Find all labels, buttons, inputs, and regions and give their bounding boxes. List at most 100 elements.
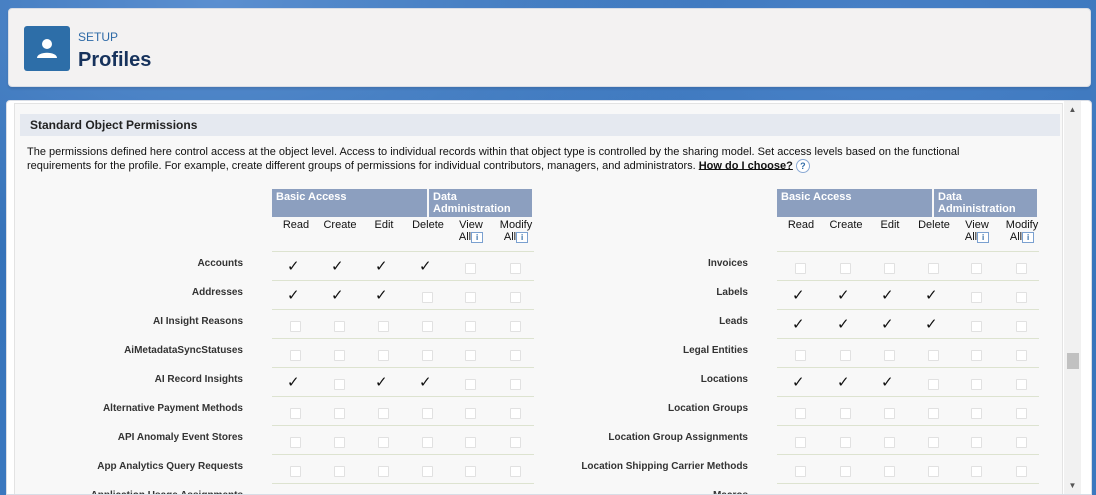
permission-checkbox[interactable]: [840, 408, 851, 419]
permission-checkbox[interactable]: [290, 437, 301, 448]
permission-checkbox[interactable]: [1016, 379, 1027, 390]
permission-checkbox[interactable]: [971, 379, 982, 390]
permission-checkbox[interactable]: [378, 350, 389, 361]
permission-checkbox[interactable]: [1016, 437, 1027, 448]
permission-checkbox[interactable]: [510, 408, 521, 419]
permission-checkbox[interactable]: [928, 437, 939, 448]
permission-checked-checkbox[interactable]: ✓: [837, 288, 850, 303]
help-icon[interactable]: ?: [795, 158, 810, 173]
permission-checkbox[interactable]: [465, 408, 476, 419]
permission-checkbox[interactable]: [510, 379, 521, 390]
permission-checkbox[interactable]: [1016, 321, 1027, 332]
scrollbar-thumb[interactable]: [1067, 353, 1079, 369]
permission-checkbox[interactable]: [510, 350, 521, 361]
permission-checkbox[interactable]: [971, 321, 982, 332]
permission-checkbox[interactable]: [378, 321, 389, 332]
permission-checkbox[interactable]: [795, 437, 806, 448]
scroll-up-arrow-icon[interactable]: ▲: [1064, 101, 1081, 118]
permission-checkbox[interactable]: [840, 466, 851, 477]
permission-checkbox[interactable]: [971, 292, 982, 303]
permission-checked-checkbox[interactable]: ✓: [375, 288, 388, 303]
permission-checkbox[interactable]: [465, 263, 476, 274]
permission-checkbox[interactable]: [510, 263, 521, 274]
permission-checkbox[interactable]: [465, 466, 476, 477]
permission-checkbox[interactable]: [884, 466, 895, 477]
permission-checkbox[interactable]: [928, 466, 939, 477]
permission-checkbox[interactable]: [1016, 292, 1027, 303]
permission-checked-checkbox[interactable]: ✓: [331, 259, 344, 274]
permission-checkbox[interactable]: [840, 350, 851, 361]
vertical-scrollbar[interactable]: ▲ ▼: [1064, 101, 1081, 494]
how-do-i-choose-link[interactable]: How do I choose?: [699, 159, 793, 171]
permission-checkbox[interactable]: [928, 350, 939, 361]
permission-checkbox[interactable]: [510, 292, 521, 303]
permission-checkbox[interactable]: [510, 466, 521, 477]
permission-checkbox[interactable]: [971, 466, 982, 477]
permission-checkbox[interactable]: [378, 437, 389, 448]
permission-checkbox[interactable]: [334, 321, 345, 332]
permission-checkbox[interactable]: [290, 408, 301, 419]
permission-checkbox[interactable]: [1016, 263, 1027, 274]
info-icon[interactable]: i: [516, 232, 529, 243]
permission-checkbox[interactable]: [334, 466, 345, 477]
permission-checkbox[interactable]: [422, 321, 433, 332]
permission-checkbox[interactable]: [928, 263, 939, 274]
permission-checkbox[interactable]: [422, 408, 433, 419]
permission-checked-checkbox[interactable]: ✓: [375, 375, 388, 390]
permission-checked-checkbox[interactable]: ✓: [925, 288, 938, 303]
permission-checkbox[interactable]: [334, 408, 345, 419]
permission-checkbox[interactable]: [378, 408, 389, 419]
permission-checkbox[interactable]: [465, 437, 476, 448]
permission-checkbox[interactable]: [884, 408, 895, 419]
permission-checked-checkbox[interactable]: ✓: [287, 259, 300, 274]
permission-checkbox[interactable]: [840, 263, 851, 274]
permission-checkbox[interactable]: [1016, 350, 1027, 361]
permission-checkbox[interactable]: [334, 379, 345, 390]
permission-checked-checkbox[interactable]: ✓: [837, 317, 850, 332]
permission-checked-checkbox[interactable]: ✓: [792, 317, 805, 332]
permission-checkbox[interactable]: [884, 350, 895, 361]
permission-checked-checkbox[interactable]: ✓: [419, 259, 432, 274]
permission-checkbox[interactable]: [884, 437, 895, 448]
permission-checkbox[interactable]: [290, 321, 301, 332]
permission-checkbox[interactable]: [840, 437, 851, 448]
permission-checkbox[interactable]: [465, 292, 476, 303]
info-icon[interactable]: i: [977, 232, 990, 243]
permission-checkbox[interactable]: [971, 437, 982, 448]
permission-checkbox[interactable]: [795, 408, 806, 419]
permission-checkbox[interactable]: [510, 437, 521, 448]
permission-checked-checkbox[interactable]: ✓: [837, 375, 850, 390]
permission-checked-checkbox[interactable]: ✓: [881, 317, 894, 332]
permission-checkbox[interactable]: [795, 350, 806, 361]
permission-checkbox[interactable]: [928, 408, 939, 419]
permission-checked-checkbox[interactable]: ✓: [925, 317, 938, 332]
permission-checked-checkbox[interactable]: ✓: [792, 375, 805, 390]
permission-checkbox[interactable]: [378, 466, 389, 477]
permission-checkbox[interactable]: [290, 350, 301, 361]
permission-checkbox[interactable]: [795, 263, 806, 274]
breadcrumb[interactable]: SETUP: [78, 30, 118, 44]
permission-checkbox[interactable]: [510, 321, 521, 332]
permission-checkbox[interactable]: [1016, 466, 1027, 477]
permission-checkbox[interactable]: [465, 321, 476, 332]
permission-checkbox[interactable]: [971, 408, 982, 419]
permission-checkbox[interactable]: [928, 379, 939, 390]
permission-checkbox[interactable]: [422, 466, 433, 477]
permission-checkbox[interactable]: [334, 437, 345, 448]
permission-checkbox[interactable]: [422, 350, 433, 361]
permission-checkbox[interactable]: [971, 350, 982, 361]
permission-checked-checkbox[interactable]: ✓: [287, 288, 300, 303]
permission-checked-checkbox[interactable]: ✓: [881, 288, 894, 303]
permission-checkbox[interactable]: [334, 350, 345, 361]
permission-checkbox[interactable]: [422, 292, 433, 303]
permission-checkbox[interactable]: [422, 437, 433, 448]
info-icon[interactable]: i: [471, 232, 484, 243]
permission-checkbox[interactable]: [795, 466, 806, 477]
permission-checked-checkbox[interactable]: ✓: [331, 288, 344, 303]
permission-checkbox[interactable]: [465, 350, 476, 361]
permission-checkbox[interactable]: [884, 263, 895, 274]
permission-checked-checkbox[interactable]: ✓: [792, 288, 805, 303]
permission-checkbox[interactable]: [1016, 408, 1027, 419]
permission-checkbox[interactable]: [290, 466, 301, 477]
permission-checked-checkbox[interactable]: ✓: [287, 375, 300, 390]
